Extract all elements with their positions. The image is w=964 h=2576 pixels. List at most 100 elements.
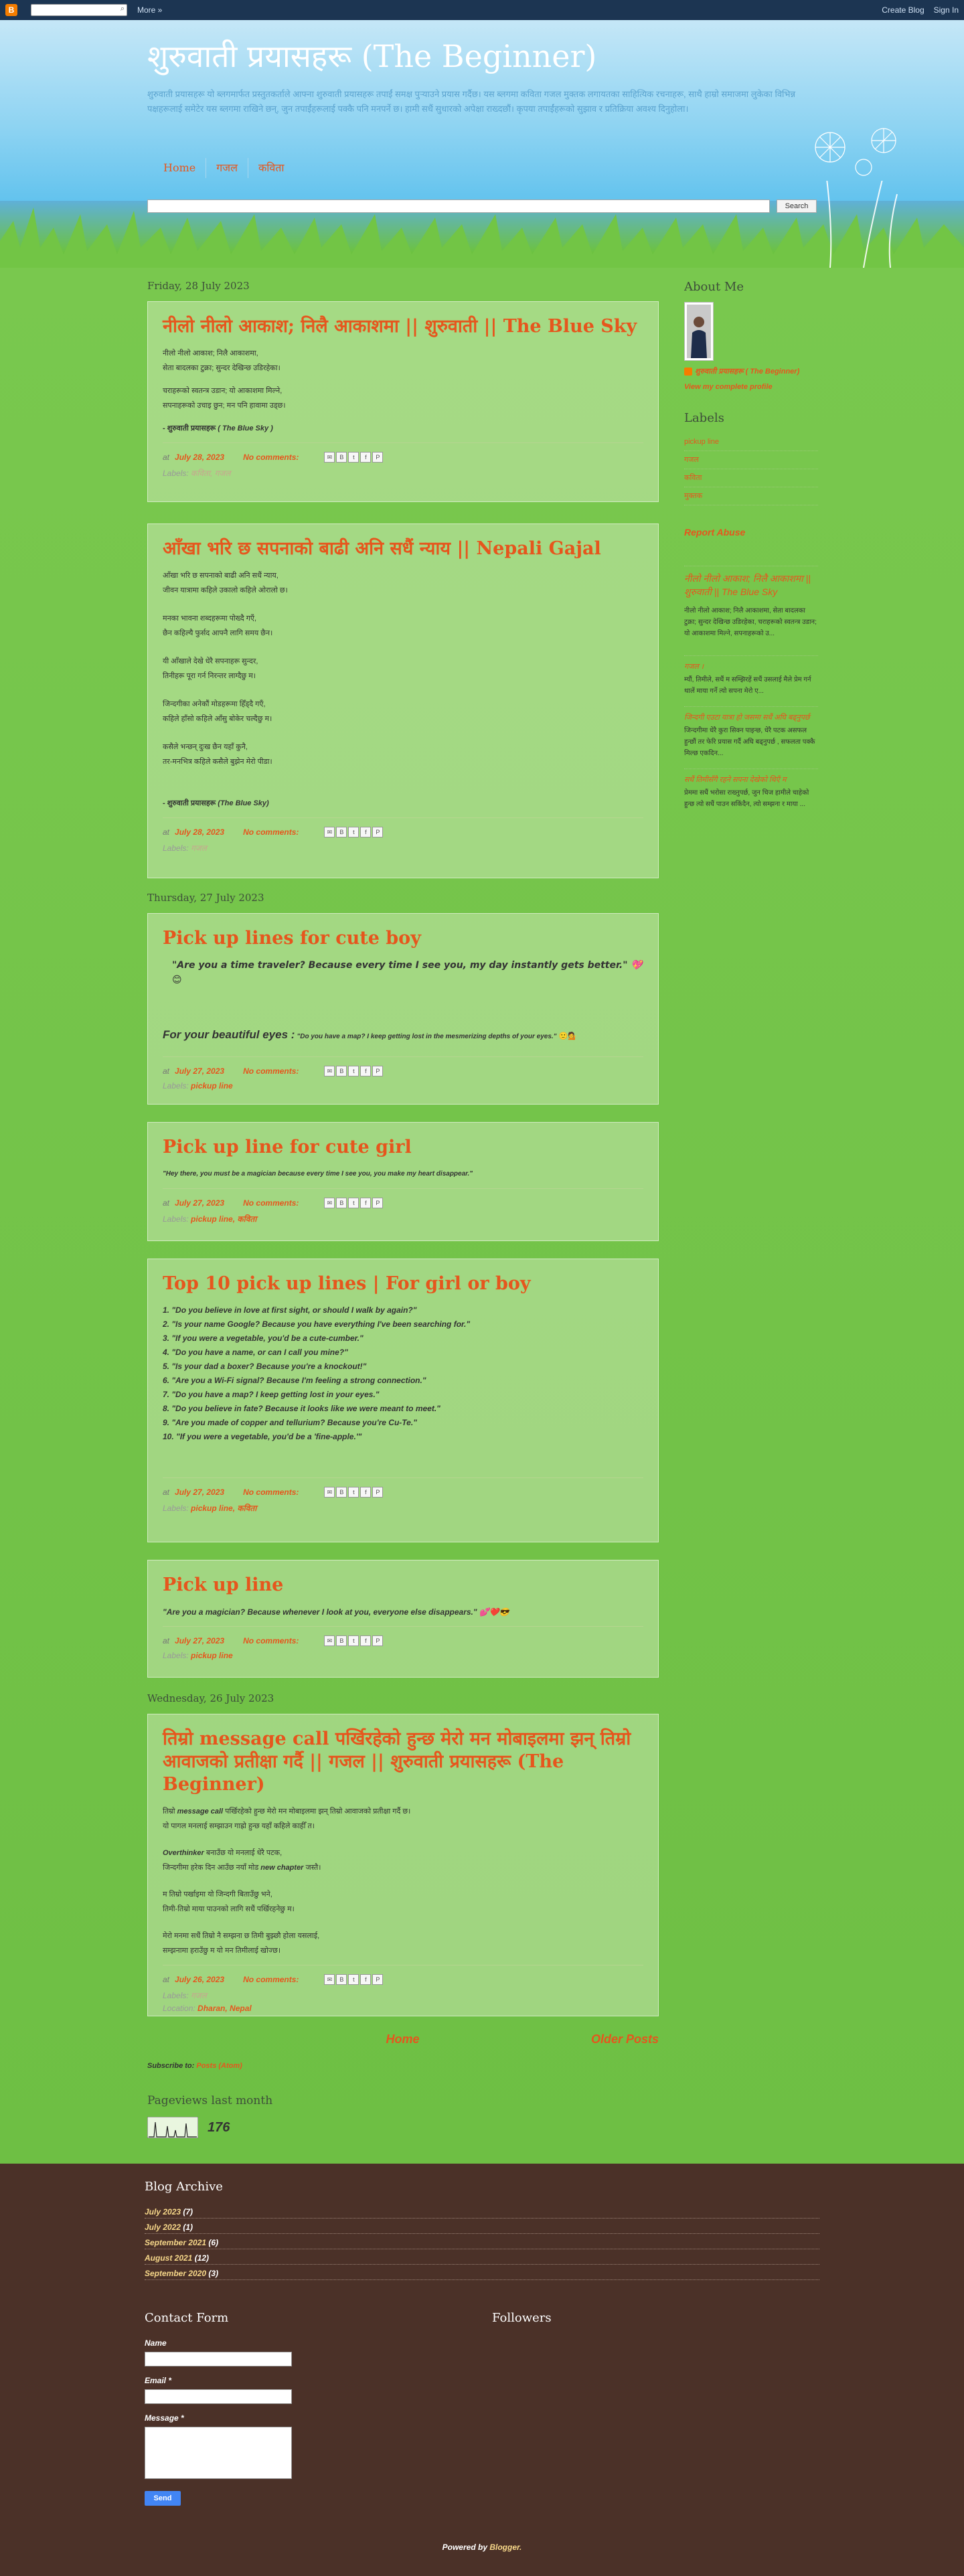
blog-title[interactable]: शुरुवाती प्रयासहरू (The Beginner): [147, 35, 596, 76]
post-labels[interactable]: गजल: [191, 843, 207, 853]
post-timestamp[interactable]: July 28, 2023: [175, 827, 224, 837]
post-timestamp[interactable]: July 27, 2023: [175, 1487, 224, 1497]
pinterest-icon[interactable]: P: [372, 1198, 384, 1208]
pinterest-icon[interactable]: P: [372, 1974, 384, 1985]
email-icon[interactable]: ✉: [324, 827, 335, 837]
email-icon[interactable]: ✉: [324, 1635, 335, 1646]
blogger-link[interactable]: Blogger.: [489, 2543, 521, 2552]
post-labels[interactable]: कविता, गजल: [191, 469, 230, 478]
popular-post-title[interactable]: गजल ।: [684, 663, 704, 671]
archive-item[interactable]: August 2021 (12): [145, 2249, 819, 2265]
post-title[interactable]: Top 10 pick up lines | For girl or boy: [163, 1273, 643, 1295]
post-title[interactable]: नीलो नीलो आकाश; निलै आकाशमा || शुरुवाती …: [163, 315, 643, 338]
search-button[interactable]: Search: [777, 199, 817, 213]
post-title[interactable]: Pick up line: [163, 1574, 643, 1597]
twitter-icon[interactable]: t: [348, 1487, 359, 1498]
tab-home[interactable]: Home: [147, 158, 206, 178]
archive-item[interactable]: July 2022 (1): [145, 2219, 819, 2234]
label-link[interactable]: गजल: [684, 456, 699, 464]
twitter-icon[interactable]: t: [348, 1635, 359, 1646]
post-title[interactable]: आँखा भरि छ सपनाको बाढी अनि सधैं न्याय ||…: [163, 538, 643, 560]
post-comments-link[interactable]: No comments:: [243, 1975, 299, 1984]
twitter-icon[interactable]: t: [348, 1198, 359, 1208]
archive-month-link[interactable]: September 2021: [145, 2238, 206, 2247]
email-icon[interactable]: ✉: [324, 452, 335, 463]
pinterest-icon[interactable]: P: [372, 1487, 384, 1498]
post-timestamp[interactable]: July 28, 2023: [175, 453, 224, 462]
label-link[interactable]: मुक्तक: [684, 492, 702, 500]
report-abuse-link[interactable]: Report Abuse: [684, 527, 745, 538]
blogthis-icon[interactable]: B: [336, 827, 347, 837]
post-labels[interactable]: pickup line, कविता: [191, 1214, 256, 1224]
archive-month-link[interactable]: August 2021: [145, 2253, 192, 2263]
twitter-icon[interactable]: t: [348, 452, 359, 463]
post-timestamp[interactable]: July 26, 2023: [175, 1975, 224, 1984]
post-title[interactable]: Pick up line for cute girl: [163, 1136, 643, 1159]
post-comments-link[interactable]: No comments:: [243, 1487, 299, 1497]
post-timestamp[interactable]: July 27, 2023: [175, 1066, 224, 1076]
tab-kabita[interactable]: कविता: [247, 158, 295, 178]
blogthis-icon[interactable]: B: [336, 1635, 347, 1646]
blog-search-input[interactable]: [147, 199, 770, 213]
view-profile-link[interactable]: View my complete profile: [684, 383, 773, 391]
post-labels[interactable]: pickup line: [191, 1651, 233, 1660]
create-blog-link[interactable]: Create Blog: [882, 5, 924, 15]
facebook-icon[interactable]: f: [360, 1974, 372, 1985]
sign-in-link[interactable]: Sign In: [934, 5, 959, 15]
pinterest-icon[interactable]: P: [372, 1066, 384, 1076]
twitter-icon[interactable]: t: [348, 1974, 359, 1985]
blogthis-icon[interactable]: B: [336, 1487, 347, 1498]
popular-post-title[interactable]: सधैं तिमीसँगै रहने सपना देखेको थिएँ म: [684, 776, 786, 784]
archive-item[interactable]: September 2021 (6): [145, 2234, 819, 2249]
popular-post-title[interactable]: नीलो नीलो आकाश; निलै आकाशमा || शुरुवाती …: [684, 573, 811, 597]
facebook-icon[interactable]: f: [360, 1635, 372, 1646]
message-textarea[interactable]: [145, 2427, 292, 2479]
blogthis-icon[interactable]: B: [336, 452, 347, 463]
navbar-search-input[interactable]: ⌕: [31, 4, 127, 16]
post-timestamp[interactable]: July 27, 2023: [175, 1636, 224, 1645]
post-title[interactable]: तिम्रो message call पर्खिरहेको हुन्छ मेर…: [163, 1728, 643, 1796]
twitter-icon[interactable]: t: [348, 1066, 359, 1076]
pinterest-icon[interactable]: P: [372, 452, 384, 463]
post-comments-link[interactable]: No comments:: [243, 1198, 299, 1208]
facebook-icon[interactable]: f: [360, 827, 372, 837]
facebook-icon[interactable]: f: [360, 1198, 372, 1208]
post-comments-link[interactable]: No comments:: [243, 827, 299, 837]
archive-month-link[interactable]: September 2020: [145, 2269, 206, 2278]
post-labels[interactable]: pickup line, कविता: [191, 1504, 256, 1513]
label-link[interactable]: कविता: [684, 474, 702, 482]
home-link[interactable]: Home: [386, 2032, 419, 2046]
avatar[interactable]: [684, 302, 714, 361]
blogthis-icon[interactable]: B: [336, 1974, 347, 1985]
blogger-logo-icon[interactable]: B: [5, 4, 17, 16]
tab-gajal[interactable]: गजल: [206, 158, 248, 178]
label-link[interactable]: pickup line: [684, 438, 719, 446]
post-location[interactable]: Dharan, Nepal: [197, 2004, 252, 2013]
blogthis-icon[interactable]: B: [336, 1066, 347, 1076]
post-labels[interactable]: गजल: [191, 1991, 207, 2000]
blogthis-icon[interactable]: B: [336, 1198, 347, 1208]
email-icon[interactable]: ✉: [324, 1198, 335, 1208]
send-button[interactable]: Send: [145, 2491, 181, 2506]
archive-month-link[interactable]: July 2022: [145, 2223, 181, 2232]
post-title[interactable]: Pick up lines for cute boy: [163, 927, 643, 950]
more-link[interactable]: More »: [137, 5, 162, 15]
popular-post-title[interactable]: जिन्दगी एउटा यात्रा हो जसमा सधैं अघि बढ्…: [684, 714, 810, 722]
post-labels[interactable]: pickup line: [191, 1081, 233, 1091]
email-icon[interactable]: ✉: [324, 1066, 335, 1076]
name-input[interactable]: [145, 2352, 292, 2366]
email-input[interactable]: [145, 2389, 292, 2404]
archive-item[interactable]: September 2020 (3): [145, 2265, 819, 2280]
older-posts-link[interactable]: Older Posts: [591, 2032, 659, 2046]
post-timestamp[interactable]: July 27, 2023: [175, 1198, 224, 1208]
author-link[interactable]: शुरुवाती प्रयासहरू ( The Beginner): [695, 366, 799, 376]
twitter-icon[interactable]: t: [348, 827, 359, 837]
post-comments-link[interactable]: No comments:: [243, 453, 299, 462]
pinterest-icon[interactable]: P: [372, 1635, 384, 1646]
subscribe-atom-link[interactable]: Posts (Atom): [196, 2062, 242, 2070]
search-icon[interactable]: ⌕: [120, 5, 125, 13]
facebook-icon[interactable]: f: [360, 1487, 372, 1498]
email-icon[interactable]: ✉: [324, 1974, 335, 1985]
email-icon[interactable]: ✉: [324, 1487, 335, 1498]
post-comments-link[interactable]: No comments:: [243, 1636, 299, 1645]
